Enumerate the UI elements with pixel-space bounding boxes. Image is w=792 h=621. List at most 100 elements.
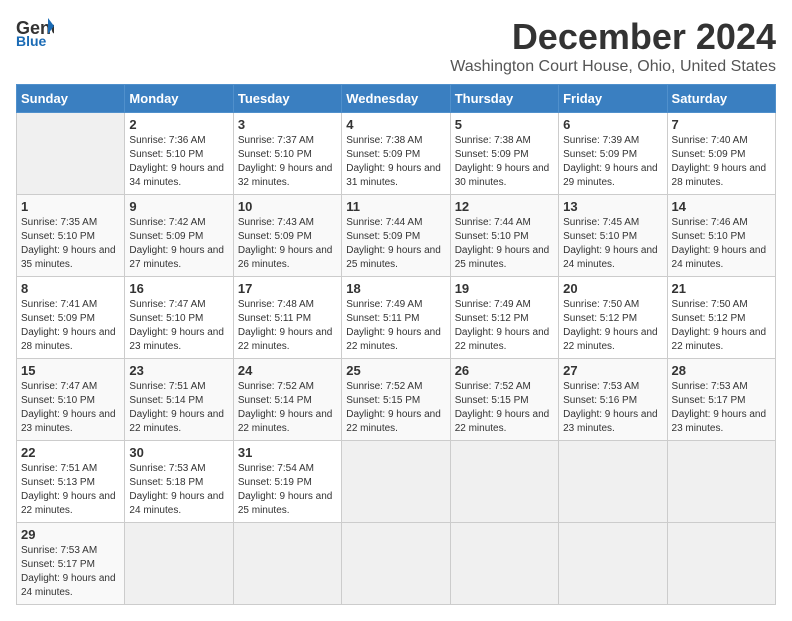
calendar-cell xyxy=(17,113,125,195)
day-info: Sunrise: 7:36 AMSunset: 5:10 PMDaylight:… xyxy=(129,134,228,190)
day-number: 26 xyxy=(455,363,554,378)
calendar-cell: 24 Sunrise: 7:52 AMSunset: 5:14 PMDayligh… xyxy=(233,359,341,441)
calendar-cell: 1 Sunrise: 7:35 AMSunset: 5:10 PMDaylight… xyxy=(17,195,125,277)
day-info: Sunrise: 7:52 AMSunset: 5:14 PMDaylight:… xyxy=(238,380,337,436)
svg-text:Blue: Blue xyxy=(16,33,47,46)
calendar-cell: 2 Sunrise: 7:36 AMSunset: 5:10 PMDaylight… xyxy=(125,113,233,195)
calendar-cell: 17 Sunrise: 7:48 AMSunset: 5:11 PMDayligh… xyxy=(233,277,341,359)
calendar-cell: 25Sunrise: 7:52 AMSunset: 5:15 PMDayligh… xyxy=(342,359,450,441)
day-info: Sunrise: 7:44 AMSunset: 5:10 PMDaylight:… xyxy=(455,216,554,272)
location-title: Washington Court House, Ohio, United Sta… xyxy=(450,58,776,76)
day-info: Sunrise: 7:37 AMSunset: 5:10 PMDaylight:… xyxy=(238,134,337,190)
calendar-week-1: 1 Sunrise: 7:35 AMSunset: 5:10 PMDaylight… xyxy=(17,195,776,277)
calendar-cell: 29 Sunrise: 7:53 AMSunset: 5:17 PMDayligh… xyxy=(17,523,125,605)
header: General Blue December 2024 Washington Co… xyxy=(16,16,776,76)
calendar-cell: 30Sunrise: 7:53 AMSunset: 5:18 PMDayligh… xyxy=(125,441,233,523)
calendar-cell: 10Sunrise: 7:43 AMSunset: 5:09 PMDayligh… xyxy=(233,195,341,277)
day-info: Sunrise: 7:53 AMSunset: 5:17 PMDaylight:… xyxy=(672,380,771,436)
day-info: Sunrise: 7:53 AMSunset: 5:16 PMDaylight:… xyxy=(563,380,662,436)
calendar-cell: 6 Sunrise: 7:39 AMSunset: 5:09 PMDaylight… xyxy=(559,113,667,195)
calendar-cell xyxy=(559,441,667,523)
day-info: Sunrise: 7:42 AMSunset: 5:09 PMDaylight:… xyxy=(129,216,228,272)
calendar-cell: 12 Sunrise: 7:44 AMSunset: 5:10 PMDayligh… xyxy=(450,195,558,277)
day-info: Sunrise: 7:50 AMSunset: 5:12 PMDaylight:… xyxy=(563,298,662,354)
day-info: Sunrise: 7:41 AMSunset: 5:09 PMDaylight:… xyxy=(21,298,120,354)
day-number: 14 xyxy=(672,199,771,214)
logo-icon: General Blue xyxy=(16,16,54,46)
day-number: 27 xyxy=(563,363,662,378)
day-info: Sunrise: 7:51 AMSunset: 5:14 PMDaylight:… xyxy=(129,380,228,436)
day-number: 24 xyxy=(238,363,337,378)
day-info: Sunrise: 7:39 AMSunset: 5:09 PMDaylight:… xyxy=(563,134,662,190)
day-info: Sunrise: 7:48 AMSunset: 5:11 PMDaylight:… xyxy=(238,298,337,354)
calendar-cell: 14 Sunrise: 7:46 AMSunset: 5:10 PMDayligh… xyxy=(667,195,775,277)
calendar-cell xyxy=(233,523,341,605)
day-info: Sunrise: 7:45 AMSunset: 5:10 PMDaylight:… xyxy=(563,216,662,272)
calendar-cell: 3 Sunrise: 7:37 AMSunset: 5:10 PMDaylight… xyxy=(233,113,341,195)
day-number: 7 xyxy=(672,117,771,132)
day-number: 4 xyxy=(346,117,445,132)
day-info: Sunrise: 7:54 AMSunset: 5:19 PMDaylight:… xyxy=(238,462,337,518)
title-area: December 2024 Washington Court House, Oh… xyxy=(450,16,776,76)
day-info: Sunrise: 7:44 AMSunset: 5:09 PMDaylight:… xyxy=(346,216,445,272)
day-number: 21 xyxy=(672,281,771,296)
calendar-cell: 8 Sunrise: 7:41 AMSunset: 5:09 PMDaylight… xyxy=(17,277,125,359)
day-number: 6 xyxy=(563,117,662,132)
calendar-cell: 16Sunrise: 7:47 AMSunset: 5:10 PMDayligh… xyxy=(125,277,233,359)
day-number: 23 xyxy=(129,363,228,378)
day-number: 1 xyxy=(21,199,120,214)
day-number: 11 xyxy=(346,199,445,214)
header-day-sunday: Sunday xyxy=(17,85,125,113)
day-info: Sunrise: 7:38 AMSunset: 5:09 PMDaylight:… xyxy=(455,134,554,190)
calendar-cell xyxy=(450,441,558,523)
day-number: 29 xyxy=(21,527,120,542)
calendar-cell: 11 Sunrise: 7:44 AMSunset: 5:09 PMDayligh… xyxy=(342,195,450,277)
header-day-friday: Friday xyxy=(559,85,667,113)
day-number: 2 xyxy=(129,117,228,132)
day-info: Sunrise: 7:52 AMSunset: 5:15 PMDaylight:… xyxy=(346,380,445,436)
header-day-tuesday: Tuesday xyxy=(233,85,341,113)
calendar-cell: 26 Sunrise: 7:52 AMSunset: 5:15 PMDayligh… xyxy=(450,359,558,441)
day-info: Sunrise: 7:35 AMSunset: 5:10 PMDaylight:… xyxy=(21,216,120,272)
day-number: 3 xyxy=(238,117,337,132)
calendar-week-5: 29 Sunrise: 7:53 AMSunset: 5:17 PMDayligh… xyxy=(17,523,776,605)
calendar-cell: 19Sunrise: 7:49 AMSunset: 5:12 PMDayligh… xyxy=(450,277,558,359)
calendar-cell: 4Sunrise: 7:38 AMSunset: 5:09 PMDaylight… xyxy=(342,113,450,195)
header-day-thursday: Thursday xyxy=(450,85,558,113)
day-number: 12 xyxy=(455,199,554,214)
calendar-cell: 21 Sunrise: 7:50 AMSunset: 5:12 PMDayligh… xyxy=(667,277,775,359)
day-number: 30 xyxy=(129,445,228,460)
header-day-wednesday: Wednesday xyxy=(342,85,450,113)
day-info: Sunrise: 7:51 AMSunset: 5:13 PMDaylight:… xyxy=(21,462,120,518)
day-info: Sunrise: 7:53 AMSunset: 5:17 PMDaylight:… xyxy=(21,544,120,600)
calendar-cell: 15Sunrise: 7:47 AMSunset: 5:10 PMDayligh… xyxy=(17,359,125,441)
month-title: December 2024 xyxy=(450,16,776,58)
day-info: Sunrise: 7:52 AMSunset: 5:15 PMDaylight:… xyxy=(455,380,554,436)
day-info: Sunrise: 7:50 AMSunset: 5:12 PMDaylight:… xyxy=(672,298,771,354)
day-info: Sunrise: 7:49 AMSunset: 5:11 PMDaylight:… xyxy=(346,298,445,354)
calendar-cell xyxy=(342,441,450,523)
header-day-saturday: Saturday xyxy=(667,85,775,113)
calendar-cell: 7 Sunrise: 7:40 AMSunset: 5:09 PMDaylight… xyxy=(667,113,775,195)
calendar: SundayMondayTuesdayWednesdayThursdayFrid… xyxy=(16,84,776,605)
calendar-cell: 20 Sunrise: 7:50 AMSunset: 5:12 PMDayligh… xyxy=(559,277,667,359)
day-number: 20 xyxy=(563,281,662,296)
calendar-week-2: 8 Sunrise: 7:41 AMSunset: 5:09 PMDaylight… xyxy=(17,277,776,359)
day-number: 8 xyxy=(21,281,120,296)
calendar-cell xyxy=(667,441,775,523)
calendar-cell: 18Sunrise: 7:49 AMSunset: 5:11 PMDayligh… xyxy=(342,277,450,359)
day-number: 17 xyxy=(238,281,337,296)
day-info: Sunrise: 7:40 AMSunset: 5:09 PMDaylight:… xyxy=(672,134,771,190)
calendar-cell: 31Sunrise: 7:54 AMSunset: 5:19 PMDayligh… xyxy=(233,441,341,523)
calendar-cell xyxy=(342,523,450,605)
calendar-cell: 13Sunrise: 7:45 AMSunset: 5:10 PMDayligh… xyxy=(559,195,667,277)
day-info: Sunrise: 7:47 AMSunset: 5:10 PMDaylight:… xyxy=(129,298,228,354)
calendar-cell: 22 Sunrise: 7:51 AMSunset: 5:13 PMDayligh… xyxy=(17,441,125,523)
day-info: Sunrise: 7:43 AMSunset: 5:09 PMDaylight:… xyxy=(238,216,337,272)
calendar-cell: 5Sunrise: 7:38 AMSunset: 5:09 PMDaylight… xyxy=(450,113,558,195)
day-number: 22 xyxy=(21,445,120,460)
day-info: Sunrise: 7:46 AMSunset: 5:10 PMDaylight:… xyxy=(672,216,771,272)
header-row: SundayMondayTuesdayWednesdayThursdayFrid… xyxy=(17,85,776,113)
day-info: Sunrise: 7:47 AMSunset: 5:10 PMDaylight:… xyxy=(21,380,120,436)
calendar-week-0: 2 Sunrise: 7:36 AMSunset: 5:10 PMDaylight… xyxy=(17,113,776,195)
